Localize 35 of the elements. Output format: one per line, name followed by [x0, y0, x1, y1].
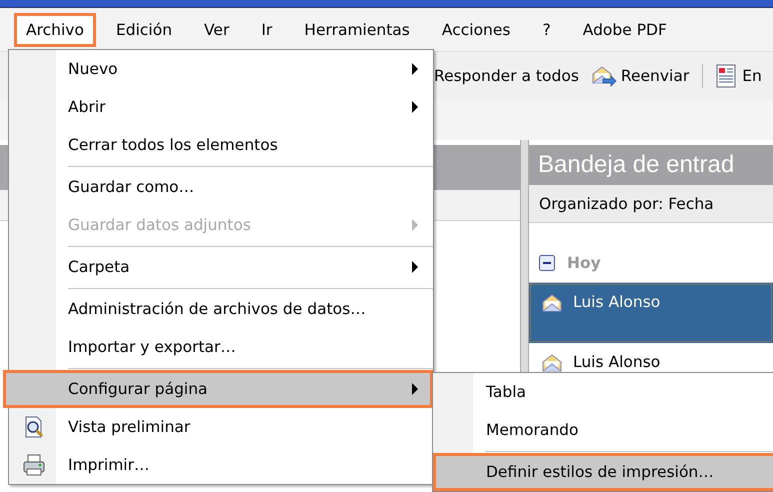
- menu-item[interactable]: Nuevo: [9, 50, 433, 88]
- pane-title: Bandeja de entrad: [529, 145, 773, 185]
- menu-item[interactable]: Adobe PDF: [570, 12, 679, 46]
- message-row[interactable]: Luis Alonso: [529, 283, 773, 343]
- menu-item[interactable]: Imprimir…: [9, 446, 433, 484]
- sender-name: Luis Alonso: [573, 353, 660, 371]
- toolbar-button[interactable]: Responder a todos: [431, 65, 582, 87]
- menu-item[interactable]: Abrir: [9, 88, 433, 126]
- menu-item[interactable]: Administración de archivos de datos…: [9, 290, 433, 328]
- menu-item[interactable]: Archivo: [14, 12, 96, 46]
- menu-item[interactable]: Configurar página: [3, 370, 433, 408]
- printer-icon: [22, 453, 46, 477]
- menu-item[interactable]: ?: [530, 12, 563, 46]
- menu-item[interactable]: Herramientas: [292, 12, 422, 46]
- group-label: Hoy: [567, 254, 601, 272]
- menu-item[interactable]: Memorando: [433, 411, 773, 449]
- menu-item[interactable]: Edición: [104, 12, 184, 46]
- sender-name: Luis Alonso: [573, 293, 660, 311]
- document-icon: [716, 64, 738, 88]
- menu-item[interactable]: Importar y exportar…: [9, 328, 433, 366]
- arrange-by-label[interactable]: Organizado por: Fecha: [529, 185, 773, 223]
- envelope-icon: [541, 293, 563, 313]
- menu-item[interactable]: Guardar como…: [9, 168, 433, 206]
- menu-item[interactable]: Cerrar todos los elementos: [9, 126, 433, 164]
- collapse-icon[interactable]: [539, 255, 555, 271]
- menu-item[interactable]: Acciones: [430, 12, 522, 46]
- menu-item[interactable]: Ir: [249, 12, 284, 46]
- menu-item[interactable]: Definir estilos de impresión…: [433, 453, 773, 491]
- toolbar-button[interactable]: Reenviar: [588, 63, 692, 89]
- menu-item[interactable]: Carpeta: [9, 248, 433, 286]
- menu-item[interactable]: Vista preliminar: [9, 408, 433, 446]
- envelope-arrow-icon: [590, 65, 617, 87]
- toolbar-button[interactable]: En: [713, 62, 765, 90]
- menu-item[interactable]: Ver: [192, 12, 242, 46]
- envelope-icon: [541, 353, 563, 373]
